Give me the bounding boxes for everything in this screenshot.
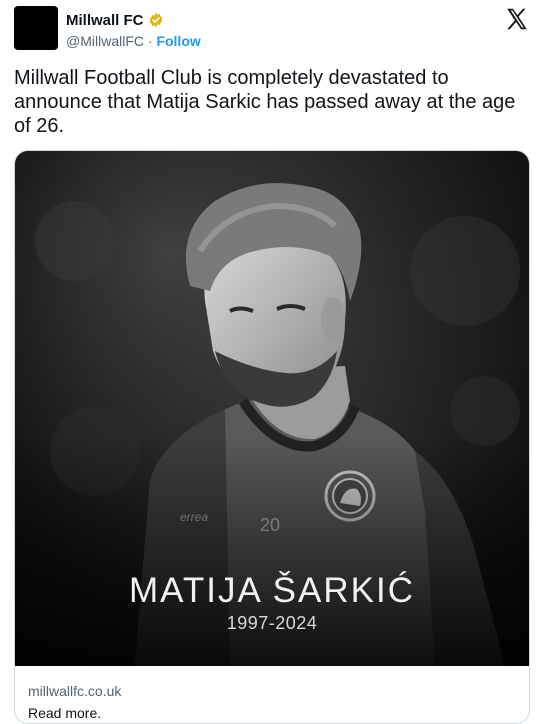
verified-badge-icon bbox=[148, 12, 164, 28]
separator: · bbox=[143, 33, 157, 49]
card-image[interactable]: 20 errea MATIJA ŠARKIĆ 1997-2024 bbox=[15, 151, 529, 666]
avatar[interactable] bbox=[14, 6, 58, 50]
tweet-text: Millwall Football Club is completely dev… bbox=[14, 67, 516, 137]
card-years: 1997-2024 bbox=[226, 613, 318, 633]
card-domain[interactable]: millwallfc.co.uk bbox=[28, 683, 121, 699]
handle[interactable]: @MillwallFC bbox=[66, 33, 144, 49]
tweet-embed: Millwall FC @MillwallFC · Follow Millwal… bbox=[0, 0, 547, 724]
link-card[interactable]: 20 errea MATIJA ŠARKIĆ 1997-2024 millwal… bbox=[14, 150, 530, 724]
card-title: MATIJA ŠARKIĆ bbox=[129, 571, 415, 610]
follow-button[interactable]: Follow bbox=[156, 33, 200, 49]
x-logo-icon[interactable] bbox=[504, 6, 530, 32]
read-more-link[interactable]: Read more. bbox=[28, 705, 101, 721]
tweet-header: Millwall FC @MillwallFC · Follow bbox=[14, 6, 534, 56]
display-name[interactable]: Millwall FC bbox=[66, 12, 144, 29]
handle-row: @MillwallFC · Follow bbox=[66, 33, 201, 49]
name-row: Millwall FC bbox=[66, 10, 164, 30]
